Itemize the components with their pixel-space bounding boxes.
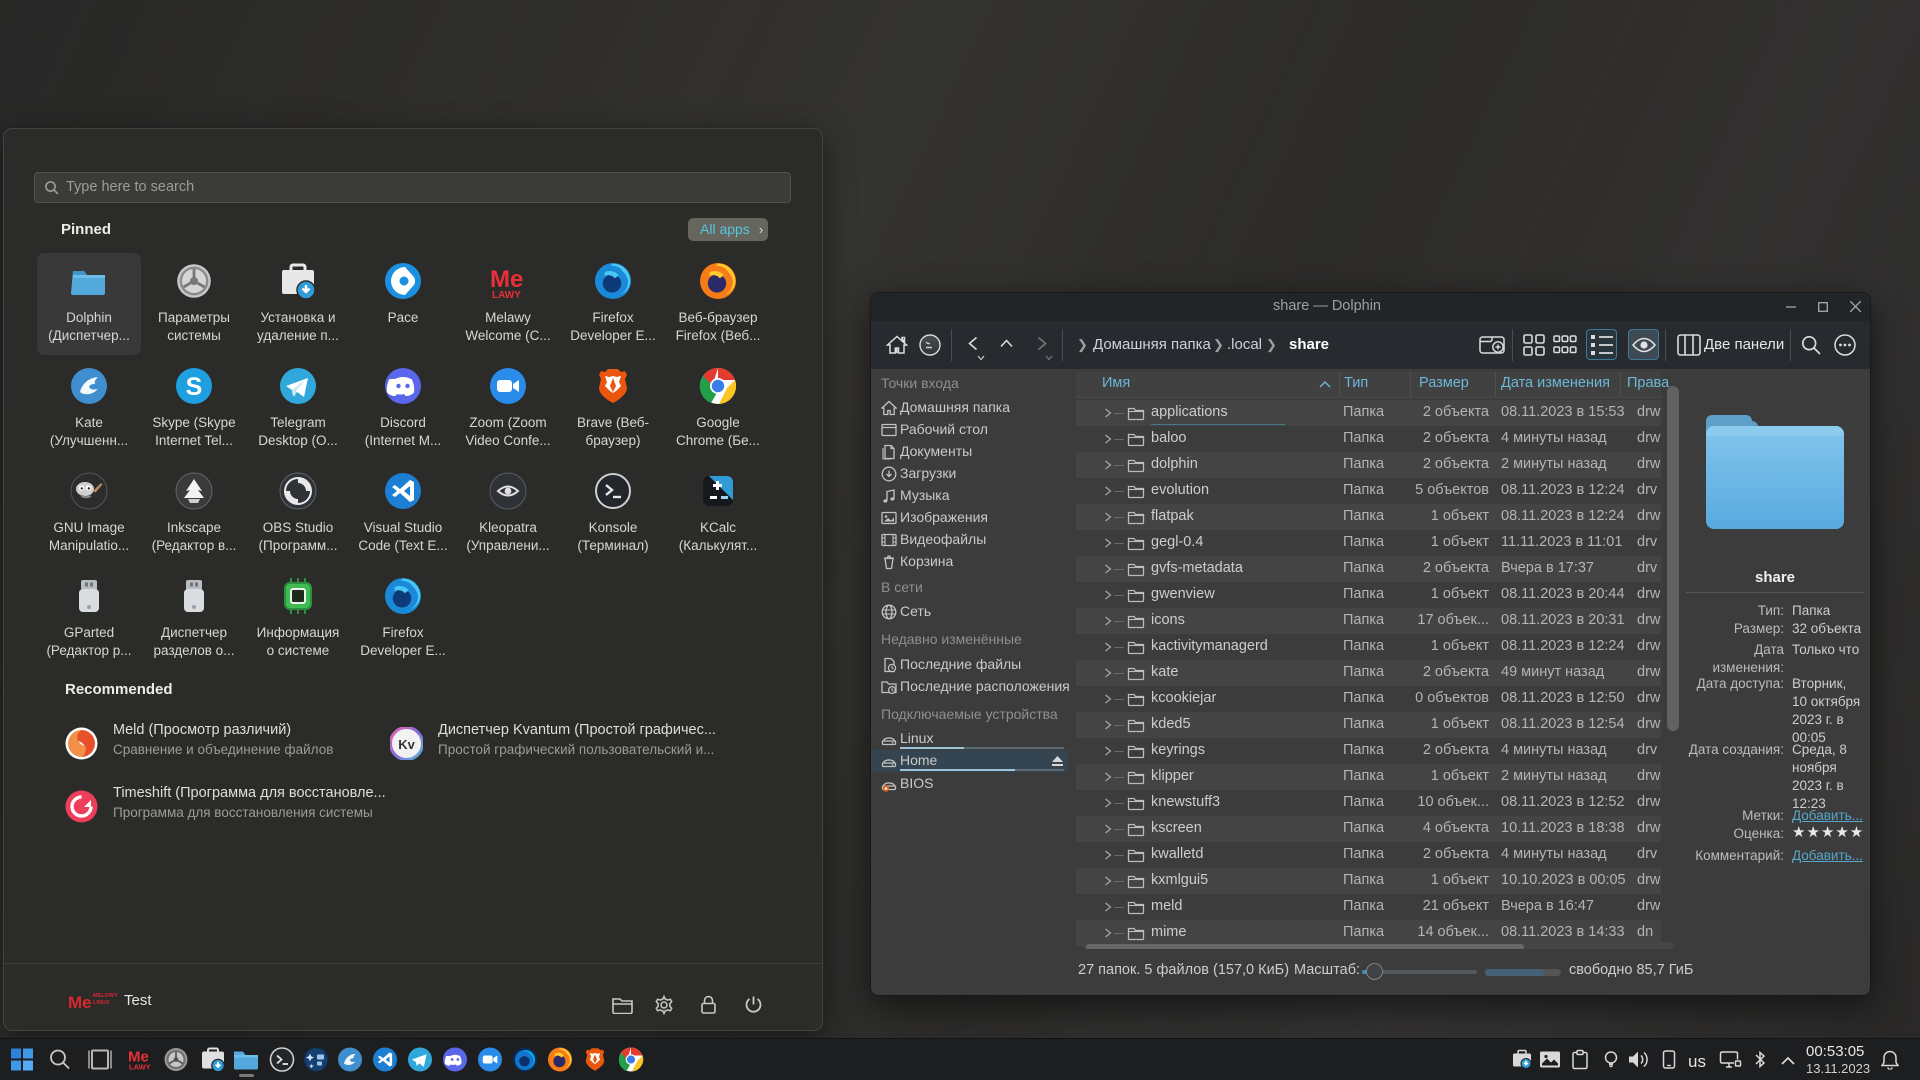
svg-text:Me: Me bbox=[68, 993, 92, 1012]
svg-text:S: S bbox=[186, 373, 203, 401]
svg-text:LAWY: LAWY bbox=[129, 1063, 151, 1072]
svg-text:Me: Me bbox=[490, 266, 523, 293]
svg-text:LINUX: LINUX bbox=[93, 1000, 110, 1006]
svg-text:Kv: Kv bbox=[398, 737, 415, 752]
svg-text:LAWY: LAWY bbox=[492, 290, 521, 301]
svg-text:MELOWY: MELOWY bbox=[93, 993, 118, 999]
